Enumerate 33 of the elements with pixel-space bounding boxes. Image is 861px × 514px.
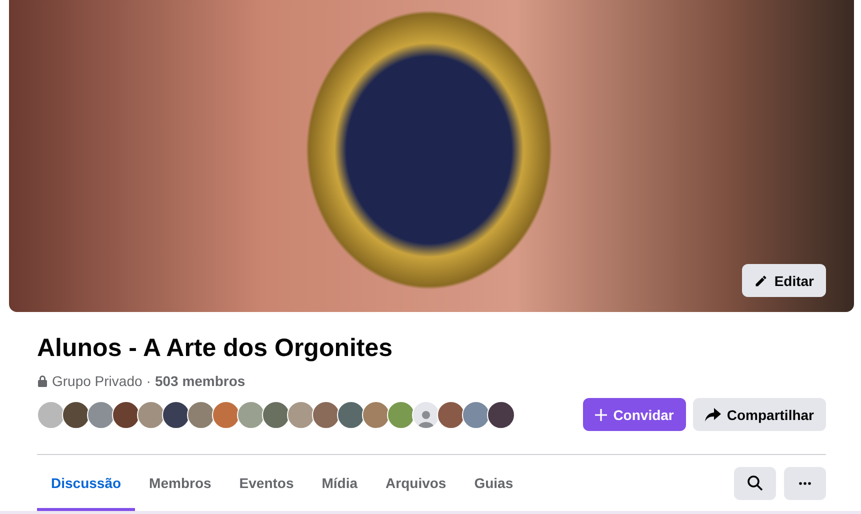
pencil-icon	[754, 274, 768, 288]
member-avatar[interactable]	[462, 400, 490, 428]
tab[interactable]: Eventos	[225, 455, 308, 511]
member-avatar[interactable]	[62, 400, 90, 428]
member-avatar[interactable]	[487, 400, 515, 428]
group-name: Alunos - A Arte dos Orgonites	[37, 334, 394, 363]
member-avatar[interactable]	[287, 400, 315, 428]
tab[interactable]: Mídia	[308, 455, 372, 511]
privacy-label: Grupo Privado	[52, 373, 142, 389]
share-arrow-icon	[704, 408, 721, 422]
edit-button[interactable]: Editar	[742, 264, 826, 297]
avatar-silhouette[interactable]	[412, 400, 440, 428]
tab[interactable]: Guias	[460, 455, 528, 511]
more-icon	[799, 482, 811, 484]
member-avatar[interactable]	[437, 400, 465, 428]
separator-dot: ·	[146, 373, 151, 389]
member-avatar[interactable]	[162, 400, 190, 428]
member-count[interactable]: 503 membros	[154, 373, 246, 389]
tab[interactable]: Arquivos	[372, 455, 460, 511]
member-avatar[interactable]	[137, 400, 165, 428]
plus-icon	[595, 408, 608, 420]
member-avatar[interactable]	[312, 400, 340, 428]
member-avatar[interactable]	[87, 400, 115, 428]
invite-button[interactable]: Convidar	[583, 398, 686, 431]
tab[interactable]: Membros	[135, 455, 226, 511]
lock-icon	[37, 375, 48, 387]
member-avatar[interactable]	[112, 400, 140, 428]
search-icon	[747, 475, 763, 491]
share-button[interactable]: Compartilhar	[692, 398, 826, 431]
member-avatar[interactable]	[262, 400, 290, 428]
member-avatar[interactable]	[337, 400, 365, 428]
member-avatar[interactable]	[37, 400, 65, 428]
search-button[interactable]	[734, 466, 776, 500]
